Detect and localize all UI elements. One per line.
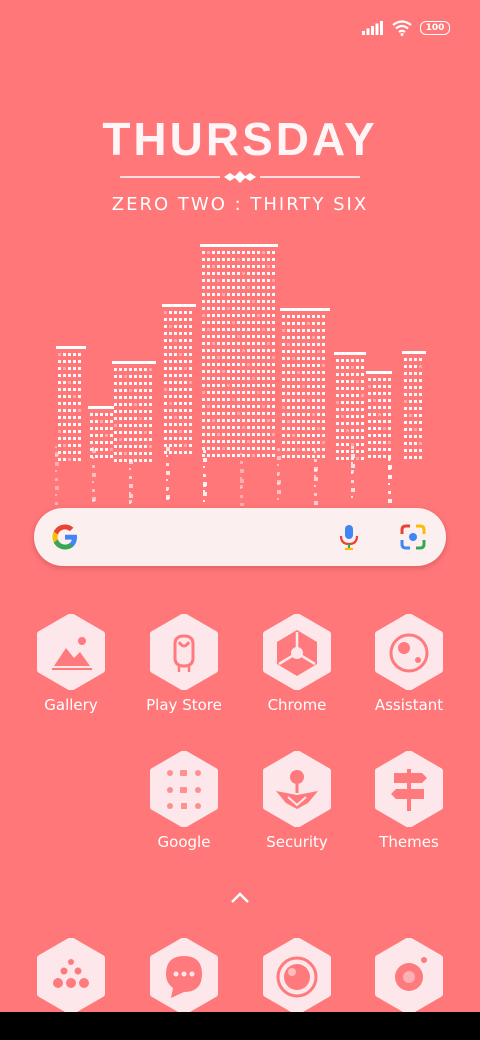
app-label: Chrome bbox=[267, 696, 327, 714]
camera-icon bbox=[375, 937, 443, 1015]
google-folder-icon bbox=[150, 750, 218, 828]
navigation-bar bbox=[0, 1012, 480, 1040]
status-bar: 100 bbox=[362, 16, 450, 40]
themes-signpost-icon bbox=[375, 750, 443, 828]
app-play-store[interactable]: Play Store bbox=[129, 613, 239, 714]
wifi-icon bbox=[392, 20, 412, 36]
google-logo-icon bbox=[52, 524, 77, 550]
app-label: Play Store bbox=[146, 696, 222, 714]
app-label: Google bbox=[157, 833, 211, 851]
clock-widget[interactable]: THURSDAY ZERO TWO : THIRTY SIX bbox=[0, 112, 480, 215]
app-label: Assistant bbox=[374, 696, 444, 714]
security-icon bbox=[263, 750, 331, 828]
apps-icon bbox=[37, 937, 105, 1015]
city-skyline-illustration bbox=[55, 244, 426, 506]
messages-icon bbox=[150, 937, 218, 1015]
microphone-icon[interactable] bbox=[334, 522, 364, 552]
chrome-icon bbox=[263, 613, 331, 691]
app-label: Themes bbox=[379, 833, 439, 851]
app-assistant[interactable]: Assistant bbox=[354, 613, 464, 714]
google-search-bar[interactable] bbox=[34, 508, 446, 566]
app-themes[interactable]: Themes bbox=[354, 750, 464, 851]
weekday-text: THURSDAY bbox=[102, 113, 378, 165]
dock-app-4[interactable] bbox=[354, 937, 464, 1018]
google-lens-icon[interactable] bbox=[398, 522, 428, 552]
app-folder-google[interactable]: Google bbox=[129, 750, 239, 851]
assistant-icon bbox=[375, 613, 443, 691]
dock-app-3[interactable] bbox=[242, 937, 352, 1018]
app-label: Security bbox=[266, 833, 328, 851]
app-security[interactable]: Security bbox=[242, 750, 352, 851]
signal-icon bbox=[362, 21, 383, 35]
battery-indicator: 100 bbox=[420, 21, 450, 35]
app-chrome[interactable]: Chrome bbox=[242, 613, 352, 714]
play-store-icon bbox=[150, 613, 218, 691]
gallery-icon bbox=[37, 613, 105, 691]
dock-app-2[interactable] bbox=[129, 937, 239, 1018]
battery-level: 100 bbox=[425, 22, 445, 33]
app-gallery[interactable]: Gallery bbox=[16, 613, 126, 714]
ornament-divider bbox=[120, 171, 360, 183]
app-drawer-chevron-up-icon[interactable] bbox=[229, 890, 251, 906]
app-label: Gallery bbox=[44, 696, 98, 714]
dock-app-1[interactable] bbox=[16, 937, 126, 1018]
time-in-words: ZERO TWO : THIRTY SIX bbox=[111, 194, 369, 215]
browser-icon bbox=[263, 937, 331, 1015]
